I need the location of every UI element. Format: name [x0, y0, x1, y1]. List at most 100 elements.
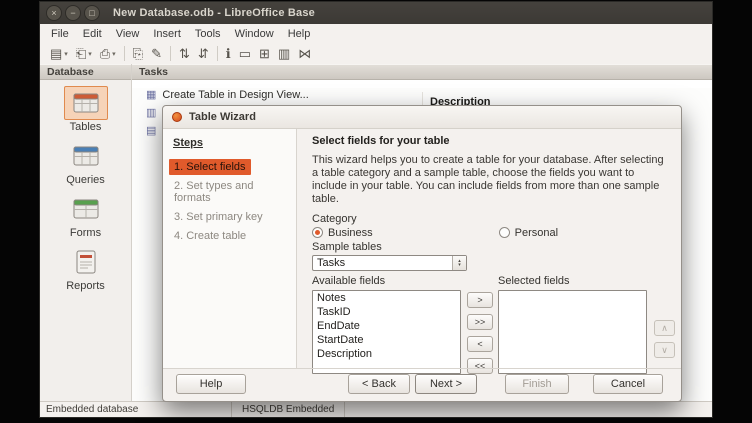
menu-view[interactable]: View — [109, 26, 147, 42]
selected-fields-list[interactable] — [498, 290, 647, 374]
report-icon[interactable]: ▥ — [274, 46, 294, 61]
relationships-icon[interactable]: ⋈ — [294, 46, 315, 61]
menu-help[interactable]: Help — [281, 26, 318, 42]
save-icon[interactable]: ⎙▾ — [96, 46, 120, 61]
wizard-icon — [172, 112, 182, 122]
status-filler — [345, 402, 712, 417]
menu-tools[interactable]: Tools — [188, 26, 228, 42]
next-button[interactable]: Next > — [415, 374, 477, 394]
available-fields-list[interactable]: NotesTaskIDEndDateStartDateDescription — [312, 290, 461, 374]
sidebar-item-label: Tables — [70, 121, 102, 133]
create-view-icon: ▤ — [146, 126, 156, 137]
help-button[interactable]: Help — [176, 374, 246, 394]
status-database-type: Embedded database — [40, 402, 232, 417]
field-list-item[interactable]: EndDate — [313, 319, 460, 333]
field-list-item[interactable]: TaskID — [313, 305, 460, 319]
personal-radio-label[interactable]: Personal — [515, 227, 558, 239]
toolbar-separator — [217, 46, 218, 61]
edit-icon[interactable]: ✎ — [147, 46, 166, 61]
info-icon[interactable]: ℹ — [222, 46, 235, 61]
combobox-value: Tasks — [313, 257, 452, 269]
category-label: Category — [312, 213, 671, 226]
sidebar-item-label: Forms — [70, 227, 101, 239]
table-wizard-dialog: Table Wizard Steps 1. Select fields 2. S… — [162, 105, 682, 402]
window-title: New Database.odb - LibreOffice Base — [113, 7, 315, 19]
chevron-down-icon[interactable]: ▾ — [64, 50, 68, 58]
new-document-icon[interactable]: ▤▾ — [46, 46, 72, 61]
statusbar: Embedded database HSQLDB Embedded — [40, 401, 712, 417]
tables-icon — [64, 86, 108, 120]
sort-ascending-icon[interactable]: ⇅ — [175, 46, 194, 61]
tasks-header-label: Tasks — [139, 66, 168, 78]
queries-icon — [64, 139, 108, 173]
chevron-down-icon[interactable]: ▾ — [88, 50, 92, 58]
step-select-fields[interactable]: 1. Select fields — [169, 159, 251, 175]
sidebar-header: Database — [40, 64, 131, 80]
sidebar-item-reports[interactable]: Reports — [64, 245, 108, 292]
field-list-item[interactable]: StartDate — [313, 333, 460, 347]
business-radio[interactable] — [312, 227, 323, 238]
sample-tables-combobox[interactable]: Tasks ▴ ▾ — [312, 255, 467, 271]
sidebar-item-label: Queries — [66, 174, 105, 186]
finish-button[interactable]: Finish — [505, 374, 569, 394]
content-description: This wizard helps you to create a table … — [312, 154, 671, 206]
step-set-primary-key[interactable]: 3. Set primary key — [169, 209, 268, 225]
personal-radio[interactable] — [499, 227, 510, 238]
task-item-label: Create Table in Design View... — [162, 89, 308, 101]
menu-insert[interactable]: Insert — [146, 26, 188, 42]
dialog-footer: Help < Back Next > Finish Cancel — [163, 368, 681, 401]
close-icon[interactable]: × — [46, 5, 62, 21]
field-list-item[interactable]: Description — [313, 347, 460, 361]
dialog-title: Table Wizard — [189, 111, 256, 123]
wizard-content: Select fields for your table This wizard… — [297, 129, 681, 369]
step-set-types-and-formats[interactable]: 2. Set types and formats — [169, 178, 290, 206]
copy-icon[interactable]: ⎘ — [129, 46, 147, 61]
task-item[interactable]: ▦ Create Table in Design View... — [146, 88, 712, 102]
menu-window[interactable]: Window — [228, 26, 281, 42]
sidebar-item-forms[interactable]: Forms — [64, 192, 108, 239]
selected-fields-label: Selected fields — [498, 275, 647, 288]
menu-file[interactable]: File — [44, 26, 76, 42]
forms-icon — [64, 192, 108, 226]
dialog-titlebar[interactable]: Table Wizard — [163, 106, 681, 129]
chevron-down-icon[interactable]: ▾ — [112, 50, 116, 58]
available-fields-label: Available fields — [312, 275, 461, 288]
sort-descending-icon[interactable]: ⇵ — [194, 46, 213, 61]
sidebar-item-label: Reports — [66, 280, 105, 292]
move-all-right-button[interactable]: >> — [467, 314, 493, 330]
move-down-button[interactable]: ∨ — [654, 342, 675, 358]
tasks-header: Tasks — [132, 64, 712, 80]
minimize-icon[interactable]: − — [65, 5, 81, 21]
step-create-table[interactable]: 4. Create table — [169, 228, 251, 244]
table-grid-icon[interactable]: ⊞ — [255, 46, 274, 61]
database-sidebar: Database Tables Queries Forms — [40, 64, 132, 402]
status-engine: HSQLDB Embedded — [232, 402, 345, 417]
back-button[interactable]: < Back — [348, 374, 410, 394]
table-wizard-icon: ▥ — [146, 108, 156, 119]
sidebar-item-tables[interactable]: Tables — [64, 86, 108, 133]
steps-heading: Steps — [173, 137, 296, 149]
move-right-button[interactable]: > — [467, 292, 493, 308]
move-left-button[interactable]: < — [467, 336, 493, 352]
toolbar: ▤▾⎗▾⎙▾ ⎘✎ ⇅⇵ ℹ▭⊞▥⋈ — [40, 43, 712, 65]
reports-icon — [64, 245, 108, 279]
app-window: × − □ New Database.odb - LibreOffice Bas… — [40, 2, 712, 417]
menubar: FileEditViewInsertToolsWindowHelp — [40, 24, 712, 43]
toolbar-separator — [170, 46, 171, 61]
move-up-button[interactable]: ∧ — [654, 320, 675, 336]
titlebar: × − □ New Database.odb - LibreOffice Bas… — [40, 2, 712, 24]
field-list-item[interactable]: Notes — [313, 291, 460, 305]
maximize-icon[interactable]: □ — [84, 5, 100, 21]
sample-tables-label: Sample tables — [312, 241, 671, 254]
toolbar-separator — [124, 46, 125, 61]
business-radio-label[interactable]: Business — [328, 227, 373, 239]
menu-edit[interactable]: Edit — [76, 26, 109, 42]
spinner-icon[interactable]: ▴ ▾ — [452, 256, 466, 270]
form-icon[interactable]: ▭ — [235, 46, 255, 61]
sidebar-item-queries[interactable]: Queries — [64, 139, 108, 186]
open-file-icon[interactable]: ⎗▾ — [72, 46, 96, 61]
content-heading: Select fields for your table — [312, 135, 671, 147]
table-design-icon: ▦ — [146, 90, 156, 101]
steps-panel: Steps 1. Select fields 2. Set types and … — [163, 129, 297, 369]
cancel-button[interactable]: Cancel — [593, 374, 663, 394]
